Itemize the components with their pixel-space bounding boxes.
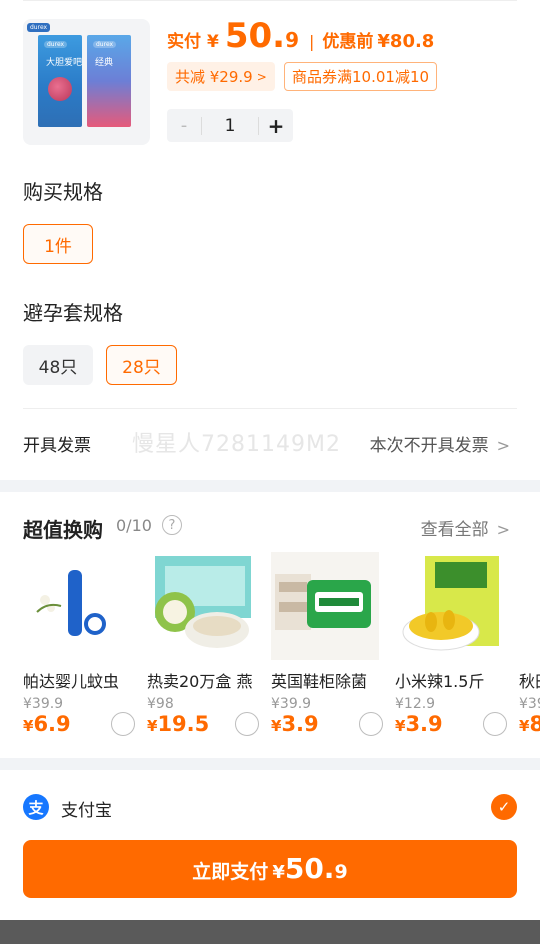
price-integer: 50.	[224, 16, 286, 56]
top-divider	[23, 0, 517, 1]
price-currency: ¥	[23, 717, 34, 735]
chevron-right-icon: >	[496, 436, 510, 455]
deal-item-name: 热卖20万盒 燕	[147, 672, 253, 691]
check-icon[interactable]: ✓	[491, 794, 517, 820]
deal-item-radio[interactable]	[483, 712, 507, 736]
deal-item-original-price: ¥39.9	[271, 696, 312, 712]
price-value: 19.5	[157, 712, 210, 736]
spec-option-28[interactable]: 28只	[106, 345, 177, 385]
payment-method-label[interactable]: 支付宝	[61, 796, 112, 821]
section-separator	[0, 758, 540, 770]
product-box-right: durex 经典	[87, 35, 131, 127]
price-value: 8	[529, 712, 540, 736]
price-currency: ¥	[271, 717, 282, 735]
quantity-plus-button[interactable]: +	[259, 114, 293, 138]
deal-item-image	[23, 552, 131, 660]
quantity-minus-button[interactable]: -	[167, 115, 201, 136]
view-all-link[interactable]: 查看全部 >	[421, 515, 510, 540]
currency-symbol: ¥	[207, 32, 219, 52]
deal-item-name: 秋田	[519, 672, 540, 691]
spec-option-1[interactable]: 1件	[23, 224, 93, 264]
deal-item-original-price: ¥39.9	[23, 696, 64, 712]
mosquito-repellent-image	[23, 552, 131, 660]
deal-item-image	[519, 552, 540, 660]
deal-item-original-price: ¥12.9	[395, 696, 436, 712]
watermark: 慢星人7281149M2	[132, 432, 341, 457]
deal-item[interactable]: 帕达婴儿蚊虫 ¥39.9 ¥6.9	[23, 552, 137, 742]
price-currency: ¥	[519, 717, 530, 735]
deal-item-name: 英国鞋柜除菌	[271, 672, 368, 691]
deal-item-radio[interactable]	[235, 712, 259, 736]
deal-item[interactable]: 小米辣1.5斤 ¥12.9 ¥3.9	[395, 552, 509, 742]
deal-item-radio[interactable]	[359, 712, 383, 736]
price-value: 3.9	[405, 712, 443, 736]
chevron-right-icon: >	[496, 520, 510, 539]
birdnest-image	[155, 556, 251, 648]
view-all-label: 查看全部	[420, 520, 489, 540]
box-brand-label: durex	[44, 41, 68, 48]
pay-button-decimal: 9	[334, 861, 348, 883]
quantity-stepper: - 1 +	[167, 109, 293, 142]
quantity-value[interactable]: 1	[201, 116, 259, 135]
price-separator: |	[309, 32, 315, 51]
deal-item-image	[395, 552, 503, 660]
deal-item[interactable]: 英国鞋柜除菌 ¥39.9 ¥3.9	[271, 552, 385, 742]
deals-count: 0/10	[116, 516, 152, 535]
coupon-chip: 商品券满10.01减10	[284, 62, 438, 91]
deal-item-image	[271, 552, 379, 660]
product-image[interactable]: durex durex 大胆爱吧 durex 经典	[23, 19, 150, 145]
chevron-right-icon: >	[256, 69, 267, 84]
divider	[23, 408, 517, 409]
heart-graphic	[48, 77, 72, 101]
purchase-spec-title: 购买规格	[23, 180, 103, 204]
deal-item-name: 小米辣1.5斤	[395, 672, 485, 691]
spec-option-48[interactable]: 48只	[23, 345, 93, 385]
price-currency: ¥	[147, 717, 158, 735]
help-icon[interactable]: ?	[162, 515, 182, 535]
brand-logo: durex	[27, 23, 51, 32]
price-decimal: 9	[285, 28, 299, 52]
invoice-selector[interactable]: 本次不开具发票 >	[370, 431, 510, 456]
pay-button-currency: ¥	[272, 862, 285, 883]
section-separator	[0, 480, 540, 492]
price-value: 3.9	[281, 712, 319, 736]
box-name: 大胆爱吧	[46, 58, 83, 68]
box-brand-label: durex	[93, 41, 117, 48]
invoice-value: 本次不开具发票	[369, 436, 489, 456]
deal-item-price: ¥8	[519, 712, 540, 736]
price-currency: ¥	[395, 717, 406, 735]
deal-item-radio[interactable]	[111, 712, 135, 736]
paid-label: 实付	[167, 32, 201, 52]
deal-item-name: 帕达婴儿蚊虫	[23, 672, 120, 691]
coupon-text: 商品券满10.01减10	[292, 68, 430, 86]
deal-item[interactable]: 秋田 ¥39 ¥8	[519, 552, 540, 742]
discount-total: 共减 ¥29.9	[175, 68, 253, 86]
original-price: ¥80.8	[377, 31, 435, 52]
pay-button-integer: 50.	[284, 852, 335, 885]
pickled-pepper-image	[395, 552, 503, 660]
pay-now-button[interactable]: 立即支付 ¥ 50. 9	[23, 840, 517, 898]
invoice-label: 开具发票	[23, 436, 91, 456]
original-price-label: 优惠前	[322, 32, 374, 52]
condom-spec-title: 避孕套规格	[23, 301, 123, 325]
discount-detail-chip[interactable]: 共减 ¥29.9 >	[167, 62, 275, 91]
deal-item-original-price: ¥39	[519, 696, 540, 712]
box-name: 经典	[95, 58, 114, 68]
price-row: 实付 ¥ 50. 9 | 优惠前 ¥80.8	[167, 16, 434, 60]
alipay-icon: 支	[23, 794, 49, 820]
deal-item[interactable]: 热卖20万盒 燕 ¥98 ¥19.5	[147, 552, 261, 742]
deal-item-image	[147, 552, 255, 660]
product-box-left: durex 大胆爱吧	[38, 35, 82, 127]
price-value: 6.9	[33, 712, 71, 736]
shoe-deodorizer-image	[271, 552, 379, 660]
pay-button-label: 立即支付	[192, 861, 269, 883]
deals-title: 超值换购	[23, 518, 103, 542]
deal-item-original-price: ¥98	[147, 696, 174, 712]
system-nav-bar	[0, 920, 540, 944]
